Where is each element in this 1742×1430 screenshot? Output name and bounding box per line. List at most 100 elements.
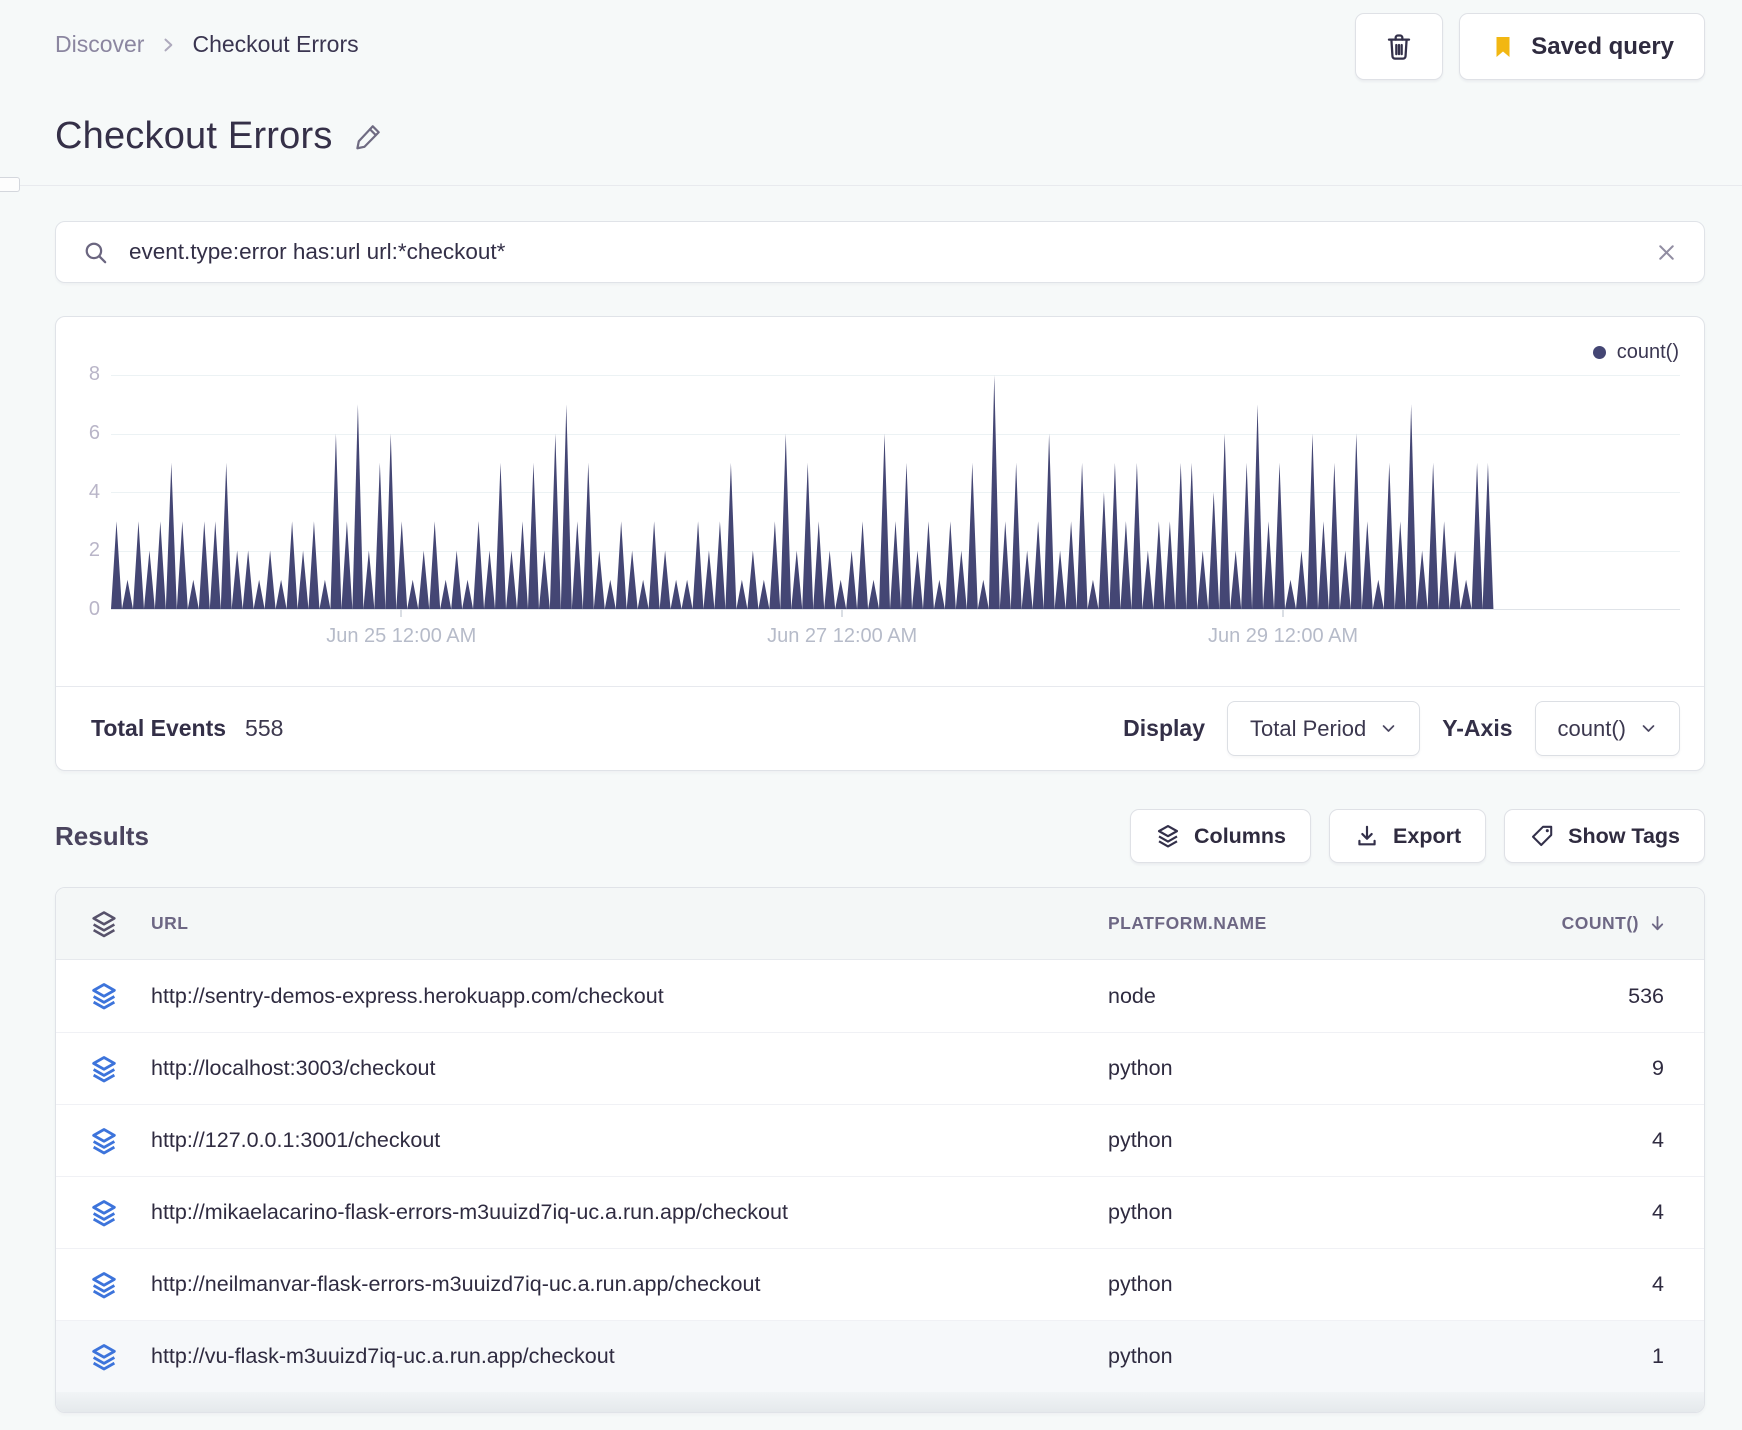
platform-cell: python bbox=[1108, 1128, 1173, 1152]
top-bar: Discover Checkout Errors Saved query bbox=[55, 0, 1705, 93]
url-cell[interactable]: http://mikaelacarino-flask-errors-m3uuiz… bbox=[151, 1200, 1108, 1225]
x-axis-label: Jun 25 12:00 AM bbox=[326, 625, 477, 647]
count-cell: 9 bbox=[1652, 1056, 1664, 1080]
stack-icon bbox=[1155, 823, 1181, 849]
column-header-platform[interactable]: PLATFORM.NAME bbox=[1108, 913, 1408, 934]
stack-icon[interactable] bbox=[89, 1126, 123, 1156]
columns-button-label: Columns bbox=[1194, 823, 1287, 848]
stack-icon[interactable] bbox=[89, 909, 123, 939]
chart-y-axis: 8 6 4 2 0 bbox=[56, 363, 100, 620]
search-bar[interactable] bbox=[55, 221, 1705, 283]
yaxis-dropdown-value: count() bbox=[1557, 715, 1626, 741]
yaxis-label: Y-Axis bbox=[1442, 715, 1513, 741]
show-tags-button[interactable]: Show Tags bbox=[1504, 809, 1705, 863]
table-row[interactable]: http://vu-flask-m3uuizd7iq-uc.a.run.app/… bbox=[56, 1320, 1704, 1392]
x-axis-tick-mark bbox=[1282, 609, 1285, 617]
clear-search-icon[interactable] bbox=[1655, 241, 1678, 264]
search-input[interactable] bbox=[129, 239, 1635, 265]
count-cell: 536 bbox=[1628, 983, 1664, 1008]
url-cell[interactable]: http://neilmanvar-flask-errors-m3uuizd7i… bbox=[151, 1272, 1108, 1297]
topbar-actions: Saved query bbox=[1355, 13, 1705, 80]
platform-cell: python bbox=[1108, 1344, 1173, 1368]
stack-icon[interactable] bbox=[89, 1198, 123, 1228]
platform-cell: python bbox=[1108, 1056, 1173, 1080]
count-cell: 4 bbox=[1652, 1128, 1664, 1152]
chart-footer: Total Events 558 Display Total Period Y-… bbox=[56, 686, 1704, 770]
stack-icon[interactable] bbox=[89, 981, 123, 1011]
table-row[interactable]: http://localhost:3003/checkout python 9 bbox=[56, 1032, 1704, 1104]
yaxis-dropdown[interactable]: count() bbox=[1534, 701, 1680, 756]
saved-query-button[interactable]: Saved query bbox=[1459, 13, 1705, 80]
panel-collapse-handle[interactable] bbox=[0, 177, 20, 192]
saved-query-label: Saved query bbox=[1531, 32, 1674, 60]
count-area-series bbox=[111, 375, 1494, 609]
discover-page: Discover Checkout Errors Saved query Che… bbox=[0, 0, 1742, 1430]
column-header-url[interactable]: URL bbox=[151, 913, 1108, 934]
legend-label: count() bbox=[1616, 341, 1679, 363]
url-cell[interactable]: http://127.0.0.1:3001/checkout bbox=[151, 1128, 1108, 1153]
table-row[interactable]: http://mikaelacarino-flask-errors-m3uuiz… bbox=[56, 1176, 1704, 1248]
search-icon bbox=[82, 239, 109, 266]
chevron-down-icon bbox=[1640, 720, 1657, 737]
count-cell: 4 bbox=[1652, 1272, 1664, 1296]
tag-icon bbox=[1529, 823, 1555, 849]
table-bottom-fade bbox=[56, 1392, 1704, 1412]
y-axis-tick: 4 bbox=[88, 480, 100, 503]
results-row: Results Columns Export Show Tags bbox=[55, 809, 1705, 863]
chevron-right-icon bbox=[158, 35, 178, 55]
table-body: http://sentry-demos-express.herokuapp.co… bbox=[56, 960, 1704, 1392]
url-cell[interactable]: http://sentry-demos-express.herokuapp.co… bbox=[151, 984, 1108, 1009]
y-axis-tick: 6 bbox=[88, 421, 100, 444]
page-title: Checkout Errors bbox=[55, 115, 333, 157]
platform-cell: python bbox=[1108, 1200, 1173, 1224]
column-header-count[interactable]: COUNT() bbox=[1408, 913, 1704, 934]
legend-dot-icon bbox=[1592, 346, 1606, 359]
display-dropdown[interactable]: Total Period bbox=[1227, 701, 1421, 756]
results-table: URL PLATFORM.NAME COUNT() http://sentry-… bbox=[55, 887, 1705, 1413]
export-button-label: Export bbox=[1393, 823, 1462, 848]
display-dropdown-value: Total Period bbox=[1250, 715, 1367, 741]
results-heading: Results bbox=[55, 820, 149, 851]
chevron-down-icon bbox=[1380, 720, 1397, 737]
delete-query-button[interactable] bbox=[1355, 13, 1444, 80]
chart-x-axis: Jun 25 12:00 AM Jun 27 12:00 AM Jun 29 12:… bbox=[111, 625, 1680, 655]
sort-descending-icon bbox=[1647, 913, 1668, 934]
display-label: Display bbox=[1123, 715, 1205, 741]
x-axis-tick-mark bbox=[400, 609, 403, 617]
count-cell: 1 bbox=[1652, 1344, 1664, 1368]
table-row[interactable]: http://127.0.0.1:3001/checkout python 4 bbox=[56, 1104, 1704, 1176]
x-axis-tick-mark bbox=[841, 609, 844, 617]
page-divider bbox=[0, 177, 1742, 192]
chart-card: count() 8 6 4 2 0 Jun 25 12:00 AM Jun 27 12:0… bbox=[55, 316, 1705, 771]
x-axis-label: Jun 27 12:00 AM bbox=[767, 625, 918, 647]
columns-button[interactable]: Columns bbox=[1130, 809, 1312, 863]
edit-title-icon[interactable] bbox=[353, 121, 384, 152]
chart-plot-area[interactable] bbox=[111, 375, 1680, 617]
download-icon bbox=[1354, 823, 1380, 849]
results-actions: Columns Export Show Tags bbox=[1130, 809, 1705, 863]
count-cell: 4 bbox=[1652, 1200, 1664, 1224]
total-events-label: Total Events bbox=[91, 715, 227, 741]
table-row[interactable]: http://sentry-demos-express.herokuapp.co… bbox=[56, 960, 1704, 1032]
x-axis-label: Jun 29 12:00 AM bbox=[1207, 625, 1359, 647]
y-axis-tick: 0 bbox=[88, 598, 100, 621]
url-cell[interactable]: http://localhost:3003/checkout bbox=[151, 1056, 1108, 1081]
total-events-value: 558 bbox=[245, 715, 284, 741]
y-axis-tick: 2 bbox=[88, 539, 100, 562]
export-button[interactable]: Export bbox=[1329, 809, 1487, 863]
y-axis-tick: 8 bbox=[88, 363, 100, 386]
breadcrumb-discover[interactable]: Discover bbox=[55, 31, 144, 58]
url-cell[interactable]: http://vu-flask-m3uuizd7iq-uc.a.run.app/… bbox=[151, 1344, 1108, 1369]
breadcrumb-current: Checkout Errors bbox=[192, 31, 359, 57]
trash-icon bbox=[1383, 31, 1415, 63]
show-tags-button-label: Show Tags bbox=[1568, 823, 1680, 848]
bookmark-icon bbox=[1490, 34, 1516, 60]
table-row[interactable]: http://neilmanvar-flask-errors-m3uuizd7i… bbox=[56, 1248, 1704, 1320]
stack-icon[interactable] bbox=[89, 1270, 123, 1300]
platform-cell: node bbox=[1108, 983, 1156, 1008]
stack-icon[interactable] bbox=[89, 1054, 123, 1084]
platform-cell: python bbox=[1108, 1272, 1173, 1296]
breadcrumb: Discover Checkout Errors bbox=[55, 31, 359, 58]
chart-legend[interactable]: count() bbox=[1592, 341, 1679, 364]
stack-icon[interactable] bbox=[89, 1342, 123, 1372]
